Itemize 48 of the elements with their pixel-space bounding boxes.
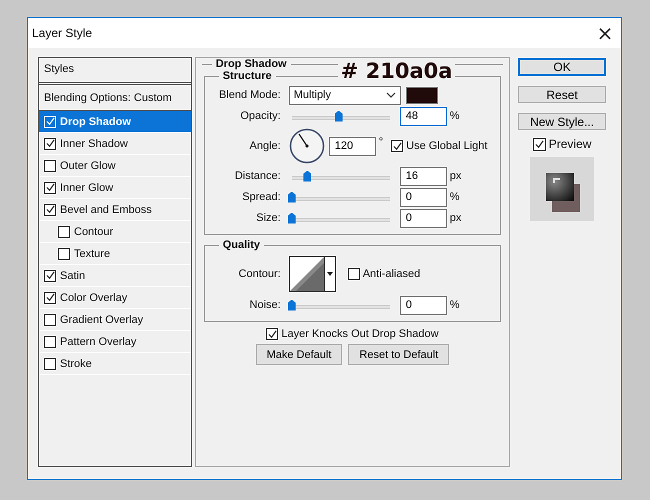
section-title: Quality [222,239,262,251]
input-field[interactable]: 0 [400,208,447,228]
field-label: Contour: [238,268,282,280]
unit-label: px [450,212,462,224]
unit-label: px [450,170,462,182]
field-label: Angle: [248,140,282,152]
unit-label: % [450,110,460,122]
close-button[interactable]: × [589,19,621,47]
unit-label: % [450,299,460,311]
style-list-item[interactable]: Texture [39,243,191,265]
field-label: Noise: [248,299,282,311]
input-field[interactable]: 120 [328,136,376,156]
checkbox-label: Preview [548,137,592,151]
window-title: Layer Style [32,26,92,40]
input-field[interactable]: 0 [400,296,447,314]
checkbox-label: Use Global Light [406,140,488,152]
style-list-item[interactable]: Inner Glow [39,177,191,199]
field-label: Spread: [241,191,282,203]
checkbox-label: Layer Knocks Out Drop Shadow [281,328,439,340]
styles-header[interactable]: Styles [39,58,191,85]
style-list-item[interactable]: Satin [39,265,191,287]
input-field[interactable]: 0 [400,188,447,206]
dialog-button[interactable]: New Style... [518,113,606,130]
dialog-button[interactable]: Reset [518,86,606,103]
unit-label: % [450,191,460,203]
section-title: Drop Shadow [214,58,288,70]
style-list-item[interactable]: Gradient Overlay [39,309,191,331]
field-label: Opacity: [239,110,282,122]
style-list-item[interactable]: Outer Glow [39,155,191,177]
input-field[interactable]: 16 [400,166,447,186]
default-button[interactable]: Make Default [256,344,342,365]
style-list-item[interactable]: Drop Shadow [39,111,191,133]
field-label: Distance: [234,170,282,182]
blend-mode-dropdown[interactable]: Multiply [288,86,401,104]
checkbox-label: Anti-aliased [362,268,420,280]
style-list-item[interactable]: Contour [39,221,191,243]
style-list-item[interactable]: Stroke [39,353,191,375]
unit-label: ° [378,136,384,148]
style-list-item[interactable]: Bevel and Emboss [39,199,191,221]
field-label: Blend Mode: [218,89,282,101]
dialog-button[interactable]: OK [518,58,606,76]
input-field[interactable]: 48 [400,106,447,126]
default-button[interactable]: Reset to Default [348,344,450,365]
style-list-item[interactable]: Color Overlay [39,287,191,309]
field-label: Size: [255,212,282,224]
style-list-item[interactable]: Pattern Overlay [39,331,191,353]
style-list-item[interactable]: Inner Shadow [39,133,191,155]
section-title: Structure [222,70,273,82]
